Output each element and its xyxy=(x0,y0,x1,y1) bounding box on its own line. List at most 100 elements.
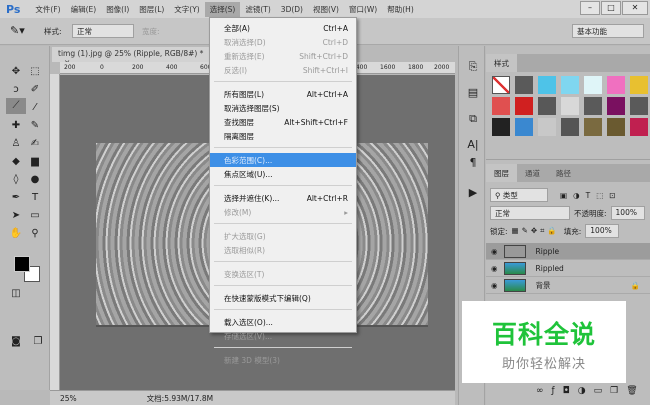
clone-source-icon[interactable]: ⧉ xyxy=(465,112,481,128)
quick-mask-mode-icon[interactable]: ◙ xyxy=(8,334,24,350)
style-swatch[interactable] xyxy=(492,118,510,136)
lasso-tool-icon[interactable]: ↄ xyxy=(8,82,24,98)
document-tab[interactable]: timg (1).jpg @ 25% (Ripple, RGB/8#) * × xyxy=(52,47,212,67)
hand-tool-icon[interactable]: ✋ xyxy=(8,226,24,242)
menu-item[interactable]: 载入选区(O)... xyxy=(210,315,356,329)
menu-help[interactable]: 帮助(H) xyxy=(382,2,419,17)
minimize-button[interactable]: – xyxy=(580,1,600,15)
menu-item[interactable]: 色彩范围(C)... xyxy=(210,153,356,167)
paragraph-icon[interactable]: ¶ xyxy=(465,156,481,172)
quick-mask-icon[interactable]: ◫ xyxy=(8,286,24,302)
style-swatch[interactable] xyxy=(538,76,556,94)
workspace-select[interactable]: 基本功能 xyxy=(572,24,644,38)
style-swatch[interactable] xyxy=(515,118,533,136)
blur-tool-icon[interactable]: ◊ xyxy=(8,172,24,188)
tab-paths[interactable]: 路径 xyxy=(548,164,579,182)
style-swatch[interactable] xyxy=(607,76,625,94)
tab-channels[interactable]: 通道 xyxy=(517,164,548,182)
gradient-tool-icon[interactable]: ▆ xyxy=(27,154,43,170)
style-swatch[interactable] xyxy=(630,97,648,115)
menu-item[interactable]: 反选(I) Shift+Ctrl+I xyxy=(210,63,356,77)
menu-item[interactable]: 查找图层 Alt+Shift+Ctrl+F xyxy=(210,115,356,129)
menu-filter[interactable]: 滤镜(T) xyxy=(240,2,275,17)
path-select-tool-icon[interactable]: ➤ xyxy=(8,208,24,224)
properties-icon[interactable]: ▤ xyxy=(465,86,481,102)
menu-layer[interactable]: 图层(L) xyxy=(134,2,169,17)
eye-icon[interactable]: ◉ xyxy=(491,264,498,273)
style-swatch[interactable] xyxy=(492,97,510,115)
style-swatch[interactable] xyxy=(561,97,579,115)
brush-preset-icon[interactable]: ✎▾ xyxy=(10,24,25,37)
eye-icon[interactable]: ◉ xyxy=(491,247,498,256)
style-swatch[interactable] xyxy=(584,76,602,94)
menu-window[interactable]: 窗口(W) xyxy=(344,2,382,17)
menu-select[interactable]: 选择(S) xyxy=(204,1,241,17)
stamp-tool-icon[interactable]: ♙ xyxy=(8,136,24,152)
fill-input[interactable]: 100% xyxy=(585,224,620,238)
menu-item[interactable]: 修改(M) ▸ xyxy=(210,205,356,219)
style-select[interactable]: 正常 xyxy=(72,24,134,38)
character-icon[interactable]: A| xyxy=(465,138,481,154)
shape-tool-icon[interactable]: ▭ xyxy=(27,208,43,224)
menu-item[interactable]: 焦点区域(U)... xyxy=(210,167,356,181)
menu-file[interactable]: 文件(F) xyxy=(30,2,65,17)
zoom-tool-icon[interactable]: ⚲ xyxy=(27,226,43,242)
menu-item[interactable]: 隔离图层 xyxy=(210,129,356,143)
menu-item[interactable]: 全部(A) Ctrl+A xyxy=(210,21,356,35)
style-swatch[interactable] xyxy=(492,76,510,94)
menu-item[interactable]: 取消选择(D) Ctrl+D xyxy=(210,35,356,49)
actions-play-icon[interactable]: ▶ xyxy=(465,186,481,202)
filter-icons[interactable]: ▣◑T⬚⊡ xyxy=(560,191,622,200)
tab-layers[interactable]: 图层 xyxy=(486,164,517,182)
menu-item[interactable]: 变换选区(T) xyxy=(210,267,356,281)
dodge-tool-icon[interactable]: ● xyxy=(27,172,43,188)
menu-item[interactable]: 新建 3D 模型(3) xyxy=(210,353,356,367)
lock-icons[interactable]: ▦✎✥⌗🔒 xyxy=(512,226,560,236)
close-button[interactable]: ✕ xyxy=(622,1,648,15)
eye-icon[interactable]: ◉ xyxy=(491,281,498,290)
menu-edit[interactable]: 编辑(E) xyxy=(66,2,102,17)
layer-filter-select[interactable]: ⚲ 类型 xyxy=(490,188,548,202)
layer-row[interactable]: ◉ Rippled xyxy=(486,260,650,277)
style-swatch[interactable] xyxy=(607,118,625,136)
blend-mode-select[interactable]: 正常 xyxy=(490,206,570,220)
style-swatch[interactable] xyxy=(584,118,602,136)
maximize-button[interactable]: □ xyxy=(601,1,621,15)
type-tool-icon[interactable]: T xyxy=(27,190,43,206)
style-swatch[interactable] xyxy=(515,97,533,115)
foreground-color-swatch[interactable] xyxy=(14,256,30,272)
menu-3d[interactable]: 3D(D) xyxy=(276,3,308,16)
menu-item[interactable]: 在快速蒙版模式下编辑(Q) xyxy=(210,291,356,305)
pen-tool-icon[interactable]: ✒ xyxy=(8,190,24,206)
menu-item[interactable]: 所有图层(L) Alt+Ctrl+A xyxy=(210,87,356,101)
menu-view[interactable]: 视图(V) xyxy=(308,2,344,17)
quick-select-tool-icon[interactable]: ✐ xyxy=(27,82,43,98)
style-swatch[interactable] xyxy=(515,76,533,94)
style-swatch[interactable] xyxy=(561,118,579,136)
style-swatch[interactable] xyxy=(584,97,602,115)
eyedropper-tool-icon[interactable]: ⁄ xyxy=(27,100,43,116)
menu-image[interactable]: 图像(I) xyxy=(101,2,134,17)
crop-tool-icon[interactable]: ⟋ xyxy=(6,98,26,114)
style-swatch[interactable] xyxy=(607,97,625,115)
menu-type[interactable]: 文字(Y) xyxy=(169,2,204,17)
eraser-tool-icon[interactable]: ◆ xyxy=(8,154,24,170)
menu-item[interactable]: 扩大选取(G) xyxy=(210,229,356,243)
history-icon[interactable]: ⎘ xyxy=(465,60,481,76)
menu-item[interactable]: 选择并遮住(K)... Alt+Ctrl+R xyxy=(210,191,356,205)
layer-actions[interactable]: ∞ƒ◘◑▭❐🗑 xyxy=(536,386,646,396)
style-swatch[interactable] xyxy=(538,97,556,115)
history-brush-icon[interactable]: ✍ xyxy=(27,136,43,152)
menu-item[interactable]: 选取相似(R) xyxy=(210,243,356,257)
opacity-input[interactable]: 100% xyxy=(610,206,645,220)
move-tool-icon[interactable]: ✥ xyxy=(8,64,24,80)
layer-row[interactable]: ◉ Ripple xyxy=(486,243,650,260)
layer-row[interactable]: ◉ 背景 🔒 xyxy=(486,277,650,294)
zoom-level[interactable]: 25% xyxy=(60,394,77,403)
healing-tool-icon[interactable]: ✚ xyxy=(8,118,24,134)
menu-item[interactable]: 存储选区(V)... xyxy=(210,329,356,343)
menu-item[interactable]: 重新选择(E) Shift+Ctrl+D xyxy=(210,49,356,63)
screen-mode-icon[interactable]: ❐ xyxy=(30,334,46,350)
brush-tool-icon[interactable]: ✎ xyxy=(27,118,43,134)
tab-styles[interactable]: 样式 xyxy=(486,54,517,72)
